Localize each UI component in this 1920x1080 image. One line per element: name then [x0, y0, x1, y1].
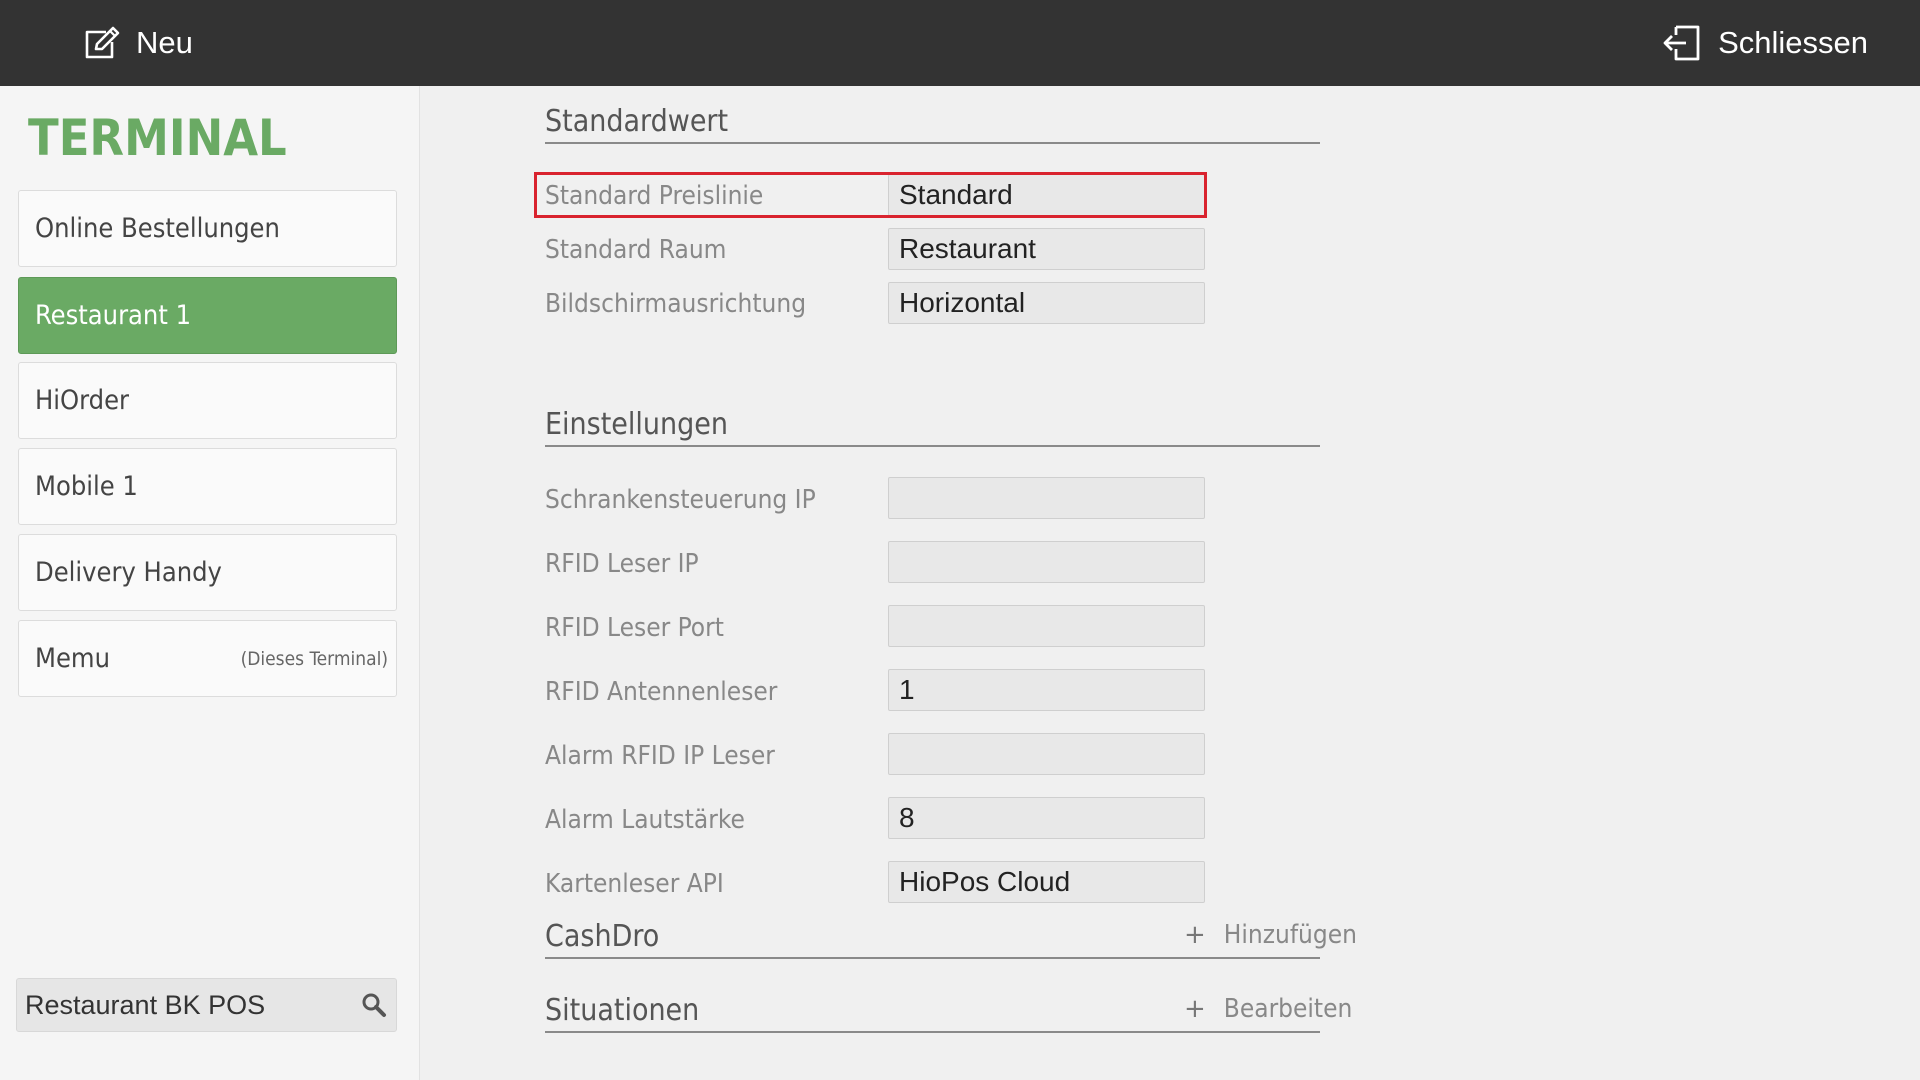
section-divider	[545, 445, 1320, 447]
plus-icon: +	[1184, 920, 1206, 950]
sidebar-item-label: Memu	[35, 643, 110, 674]
alarm-lautstaerke-field[interactable]: 8	[888, 797, 1205, 839]
schrankensteuerung-ip-label: Schrankensteuerung IP	[545, 485, 816, 515]
rfid-leser-port-field[interactable]	[888, 605, 1205, 647]
bildschirmausrichtung-field[interactable]: Horizontal	[888, 282, 1205, 324]
rfid-leser-ip-field[interactable]	[888, 541, 1205, 583]
standard-preislinie-label: Standard Preislinie	[545, 181, 764, 211]
sidebar-item-label: Delivery Handy	[35, 557, 222, 588]
rfid-leser-ip-label: RFID Leser IP	[545, 549, 699, 579]
sidebar-item-label: HiOrder	[35, 385, 129, 416]
kartenleser-api-field[interactable]: HioPos Cloud	[888, 861, 1205, 903]
close-button[interactable]: Schliessen	[1660, 0, 1868, 86]
exit-icon	[1660, 25, 1702, 61]
search-icon[interactable]	[352, 978, 396, 1032]
standard-preislinie-field[interactable]: Standard	[888, 174, 1205, 216]
sidebar-item-label: Restaurant 1	[35, 300, 192, 331]
add-label: Hinzufügen	[1223, 920, 1357, 950]
standard-raum-label: Standard Raum	[545, 235, 727, 265]
section-divider	[545, 1031, 1320, 1033]
section-divider	[545, 957, 1320, 959]
plus-icon: +	[1184, 994, 1206, 1024]
search-input[interactable]	[25, 989, 352, 1021]
new-label: Neu	[136, 25, 193, 60]
this-terminal-note: (Dieses Terminal)	[240, 647, 388, 670]
rfid-antennenleser-field[interactable]: 1	[888, 669, 1205, 711]
terminal-search	[16, 978, 397, 1032]
sidebar-item-mobile-1[interactable]: Mobile 1	[18, 448, 397, 525]
cashdro-add-button[interactable]: + Hinzufügen	[1184, 920, 1357, 950]
alarm-rfid-ip-leser-label: Alarm RFID IP Leser	[545, 741, 775, 771]
bildschirmausrichtung-label: Bildschirmausrichtung	[545, 289, 807, 319]
situationen-edit-button[interactable]: + Bearbeiten	[1184, 994, 1352, 1024]
standard-raum-field[interactable]: Restaurant	[888, 228, 1205, 270]
kartenleser-api-label: Kartenleser API	[545, 869, 724, 899]
alarm-rfid-ip-leser-field[interactable]	[888, 733, 1205, 775]
sidebar-item-label: Mobile 1	[35, 471, 138, 502]
sidebar-item-delivery-handy[interactable]: Delivery Handy	[18, 534, 397, 611]
sidebar-item-online-bestellungen[interactable]: Online Bestellungen	[18, 190, 397, 267]
close-label: Schliessen	[1718, 25, 1868, 60]
sidebar-item-memu[interactable]: Memu (Dieses Terminal)	[18, 620, 397, 697]
rfid-leser-port-label: RFID Leser Port	[545, 613, 724, 643]
new-button[interactable]: Neu	[82, 0, 193, 86]
schrankensteuerung-ip-field[interactable]	[888, 477, 1205, 519]
sidebar-item-hiorder[interactable]: HiOrder	[18, 362, 397, 439]
sidebar-item-restaurant-1[interactable]: Restaurant 1	[18, 277, 397, 354]
sidebar-item-label: Online Bestellungen	[35, 213, 280, 244]
rfid-antennenleser-label: RFID Antennenleser	[545, 677, 778, 707]
top-bar: Neu Schliessen	[0, 0, 1920, 86]
situationen-title: Situationen	[545, 993, 700, 1028]
einstellungen-title: Einstellungen	[545, 407, 728, 442]
cashdro-title: CashDro	[545, 919, 660, 954]
alarm-lautstaerke-label: Alarm Lautstärke	[545, 805, 745, 835]
terminal-sidebar: TERMINAL Online Bestellungen Restaurant …	[0, 86, 420, 1080]
sidebar-title: TERMINAL	[28, 109, 287, 167]
edit-label: Bearbeiten	[1223, 994, 1353, 1024]
standardwert-title: Standardwert	[545, 104, 729, 139]
section-divider	[545, 142, 1320, 144]
edit-icon	[82, 26, 122, 60]
